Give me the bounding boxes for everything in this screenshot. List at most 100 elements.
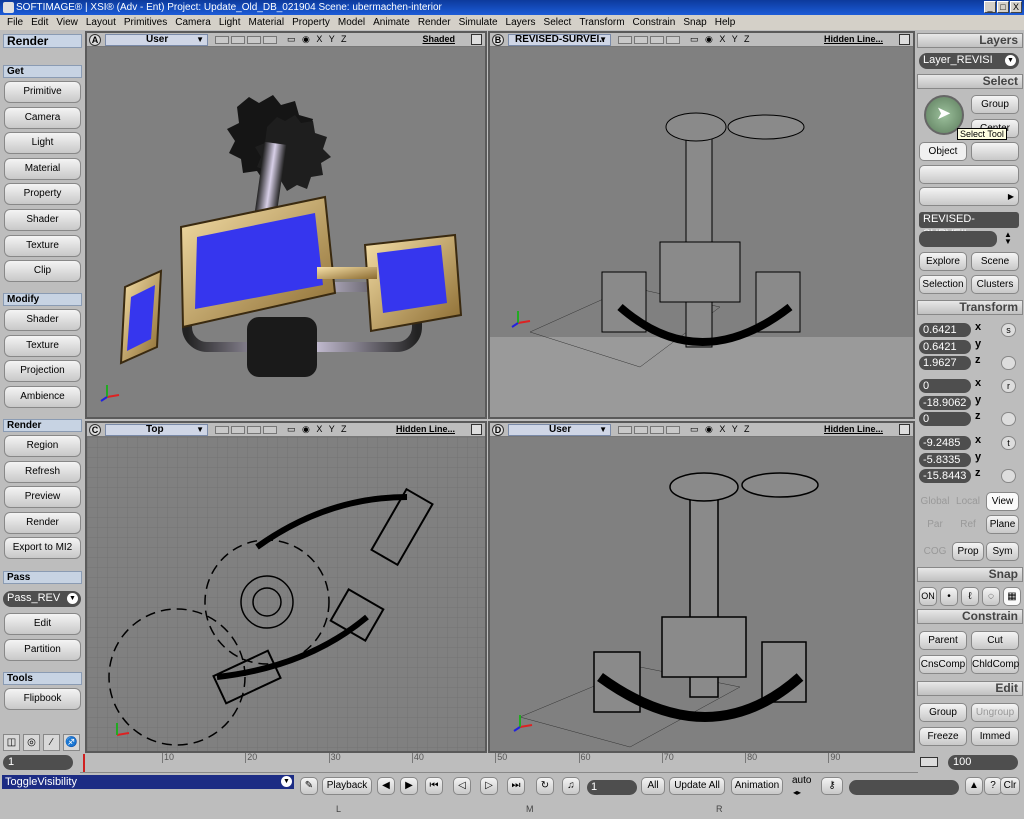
select-filter-slot-2[interactable] bbox=[919, 165, 1019, 184]
translation-y-field[interactable]: -5.8335 bbox=[919, 452, 971, 467]
pass_buttons-button-0[interactable]: Edit bbox=[4, 613, 81, 635]
menu-primitives[interactable]: Primitives bbox=[120, 17, 171, 28]
translation-slider-icon[interactable] bbox=[1001, 469, 1016, 483]
scale-y-label[interactable]: y bbox=[975, 338, 981, 350]
viewport-a-letter[interactable]: A bbox=[89, 34, 101, 46]
get_buttons-button-7[interactable]: Clip bbox=[4, 260, 81, 283]
viewport-a-display-mode[interactable]: Shaded bbox=[422, 34, 455, 44]
auto-key-arrows-icon[interactable]: ◂▸ bbox=[793, 788, 801, 797]
snap-curve-icon[interactable]: ℓ bbox=[961, 587, 979, 606]
translation-y-label[interactable]: y bbox=[975, 451, 981, 463]
clear-button[interactable]: Clr bbox=[1000, 777, 1020, 795]
menu-property[interactable]: Property bbox=[288, 17, 334, 28]
view-button[interactable]: View bbox=[986, 492, 1019, 511]
snap-on-button[interactable]: ON bbox=[919, 587, 937, 606]
timeline-end-field[interactable]: 100 bbox=[948, 755, 1018, 770]
get_buttons-button-4[interactable]: Property bbox=[4, 183, 81, 206]
command-line[interactable]: ToggleVisibility ▼ bbox=[2, 775, 294, 789]
get_buttons-button-5[interactable]: Shader bbox=[4, 209, 81, 231]
translation-z-label[interactable]: z bbox=[975, 467, 981, 479]
viewport-b[interactable]: B REVISED-SURVEI.. ▼ ▭ ◉ X Y Z Hidden Lin… bbox=[488, 31, 915, 419]
cog-button[interactable]: COG bbox=[919, 542, 951, 561]
explore-button[interactable]: Explore bbox=[919, 252, 967, 271]
rotation-x-label[interactable]: x bbox=[975, 377, 981, 389]
translation-mode-button[interactable]: t bbox=[1001, 436, 1016, 450]
viewport-c-tools[interactable]: ▭ ◉ X Y Z bbox=[287, 424, 349, 435]
group-button[interactable]: Group bbox=[971, 95, 1019, 114]
immed-button[interactable]: Immed bbox=[971, 727, 1019, 746]
all-button[interactable]: All bbox=[641, 777, 665, 795]
scale-x-field[interactable]: 0.6421 bbox=[919, 323, 971, 337]
pass_buttons-button-1[interactable]: Partition bbox=[4, 638, 81, 661]
go-last-icon[interactable]: ⏭ bbox=[507, 777, 525, 795]
get_buttons-button-2[interactable]: Light bbox=[4, 132, 81, 155]
scale-slider-icon[interactable] bbox=[1001, 356, 1016, 370]
timeline-cursor[interactable] bbox=[83, 754, 85, 772]
menu-light[interactable]: Light bbox=[215, 17, 245, 28]
menu-layout[interactable]: Layout bbox=[82, 17, 120, 28]
viewport-c-camera-menu[interactable]: Top ▼ bbox=[105, 424, 208, 436]
viewport-b-memo-cams[interactable] bbox=[618, 36, 680, 44]
menu-animate[interactable]: Animate bbox=[369, 17, 414, 28]
select-filter-slot[interactable] bbox=[971, 142, 1019, 161]
get_buttons-button-0[interactable]: Primitive bbox=[4, 81, 81, 103]
viewport-c-maximize-icon[interactable] bbox=[471, 424, 482, 435]
animate-toolbar-icon[interactable]: ◎ bbox=[23, 734, 40, 751]
rotation-z-label[interactable]: z bbox=[975, 410, 981, 422]
viewport-d-memo-cams[interactable] bbox=[618, 426, 680, 434]
prev-key-icon[interactable]: ◀ bbox=[377, 777, 395, 795]
viewport-d-maximize-icon[interactable] bbox=[899, 424, 910, 435]
render_buttons-button-0[interactable]: Region bbox=[4, 435, 81, 457]
render_buttons-button-3[interactable]: Render bbox=[4, 511, 81, 534]
menu-transform[interactable]: Transform bbox=[575, 17, 628, 28]
menu-constrain[interactable]: Constrain bbox=[629, 17, 680, 28]
menu-model[interactable]: Model bbox=[334, 17, 369, 28]
clusters-button[interactable]: Clusters bbox=[971, 275, 1019, 294]
modify_buttons-button-1[interactable]: Texture bbox=[4, 334, 81, 357]
menu-snap[interactable]: Snap bbox=[679, 17, 710, 28]
parent-button[interactable]: Parent bbox=[919, 631, 967, 650]
animation-button[interactable]: Animation bbox=[731, 777, 783, 795]
ref-button[interactable]: Ref bbox=[952, 515, 984, 534]
rotation-y-label[interactable]: y bbox=[975, 394, 981, 406]
viewport-c[interactable]: C Top ▼ ▭ ◉ X Y Z Hidden Line... bbox=[85, 421, 487, 753]
scale-y-field[interactable]: 0.6421 bbox=[919, 339, 971, 354]
render-toolbar-icon[interactable]: ∕ bbox=[43, 734, 60, 751]
object-name-field[interactable]: REVISED-SURVEIL bbox=[919, 212, 1019, 240]
viewport-d-camera-menu[interactable]: User ▼ bbox=[508, 424, 611, 436]
scale-mode-button[interactable]: s bbox=[1001, 323, 1016, 337]
playback-button[interactable]: Playback bbox=[322, 777, 372, 795]
modify_buttons-button-3[interactable]: Ambience bbox=[4, 385, 81, 408]
viewport-d-letter[interactable]: D bbox=[492, 424, 504, 436]
audio-icon[interactable]: ♫ bbox=[562, 777, 580, 795]
go-first-icon[interactable]: ⏮ bbox=[425, 777, 443, 795]
layer-selector[interactable]: Layer_REVISI ▼ bbox=[919, 53, 1019, 69]
menu-layers[interactable]: Layers bbox=[502, 17, 540, 28]
snap-surface-icon[interactable]: ◌ bbox=[982, 587, 1000, 606]
key-up-icon[interactable]: ▲ bbox=[965, 777, 983, 795]
rotation-y-field[interactable]: -18.9062 bbox=[919, 395, 971, 410]
viewport-c-memo-cams[interactable] bbox=[215, 426, 277, 434]
cut-button[interactable]: Cut bbox=[971, 631, 1019, 650]
group-edit-button[interactable]: Group bbox=[919, 703, 967, 722]
rotation-slider-icon[interactable] bbox=[1001, 412, 1016, 426]
rotation-x-field[interactable]: 0 bbox=[919, 379, 971, 393]
viewport-c-display-mode[interactable]: Hidden Line... bbox=[396, 424, 455, 434]
object-button[interactable]: Object bbox=[919, 142, 967, 161]
snap-grid-icon[interactable]: ▦ bbox=[1003, 587, 1021, 606]
par-button[interactable]: Par bbox=[919, 515, 951, 534]
viewport-a-maximize-icon[interactable] bbox=[471, 34, 482, 45]
viewport-b-camera-menu[interactable]: REVISED-SURVEI.. ▼ bbox=[508, 34, 611, 46]
get_buttons-button-3[interactable]: Material bbox=[4, 157, 81, 180]
key-icon[interactable]: ⚷ bbox=[821, 777, 843, 795]
sym-button[interactable]: Sym bbox=[986, 542, 1019, 561]
viewport-a-tools[interactable]: ▭ ◉ X Y Z bbox=[287, 34, 349, 45]
simulate-toolbar-icon[interactable]: ♐ bbox=[63, 734, 80, 751]
plane-button[interactable]: Plane bbox=[986, 515, 1019, 534]
scale-z-field[interactable]: 1.9627 bbox=[919, 356, 971, 370]
translation-x-field[interactable]: -9.2485 bbox=[919, 436, 971, 450]
global-button[interactable]: Global bbox=[919, 492, 951, 511]
minimize-button[interactable]: _ bbox=[984, 1, 996, 13]
menu-select[interactable]: Select bbox=[540, 17, 576, 28]
chldcomp-button[interactable]: ChldComp bbox=[971, 655, 1019, 674]
